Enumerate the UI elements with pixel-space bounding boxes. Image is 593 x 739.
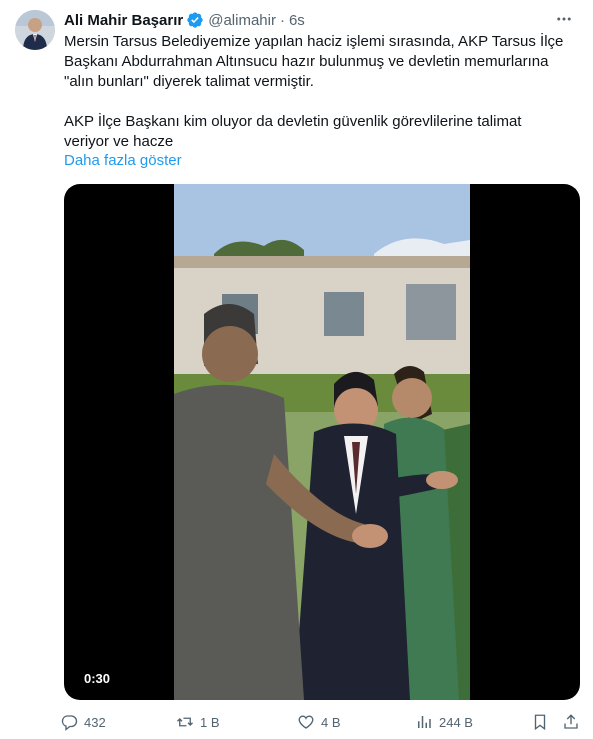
author-handle[interactable]: @alimahir (208, 12, 276, 29)
separator-dot: · (279, 11, 285, 29)
tweet-actions: 432 1 B 4 B 244 B (60, 710, 584, 734)
show-more-link[interactable]: Daha fazla göster (64, 151, 182, 171)
tweet-header: Ali Mahir Başarır @alimahir · 6s (64, 10, 581, 30)
video-player[interactable]: 0:30 (64, 184, 580, 700)
like-count: 4 B (321, 714, 341, 730)
tweet-paragraph-2: AKP İlçe Başkanı kim oluyor da devletin … (64, 113, 522, 150)
bookmark-button[interactable] (531, 710, 555, 734)
tweet-timestamp[interactable]: 6s (289, 12, 305, 29)
views-count: 244 B (439, 714, 473, 730)
share-icon (564, 714, 578, 729)
video-frame (174, 184, 470, 700)
repost-icon (177, 717, 193, 727)
tweet-paragraph-1: Mersin Tarsus Belediyemize yapılan haciz… (64, 33, 564, 90)
views-button[interactable]: 244 B (415, 710, 473, 734)
avatar[interactable] (15, 10, 55, 50)
author-name[interactable]: Ali Mahir Başarır (64, 12, 183, 29)
views-icon (418, 716, 431, 728)
more-icon[interactable] (553, 10, 575, 30)
repost-count: 1 B (200, 714, 220, 730)
bookmark-icon (534, 714, 546, 731)
reply-icon (61, 715, 78, 731)
reply-button[interactable]: 432 (60, 710, 106, 734)
like-icon (298, 715, 314, 729)
verified-badge-icon (186, 11, 204, 29)
tweet-text: Mersin Tarsus Belediyemize yapılan haciz… (64, 32, 584, 152)
video-duration: 0:30 (78, 669, 117, 688)
repost-button[interactable]: 1 B (176, 710, 220, 734)
reply-count: 432 (84, 714, 106, 730)
like-button[interactable]: 4 B (297, 710, 341, 734)
share-button[interactable] (562, 710, 586, 734)
